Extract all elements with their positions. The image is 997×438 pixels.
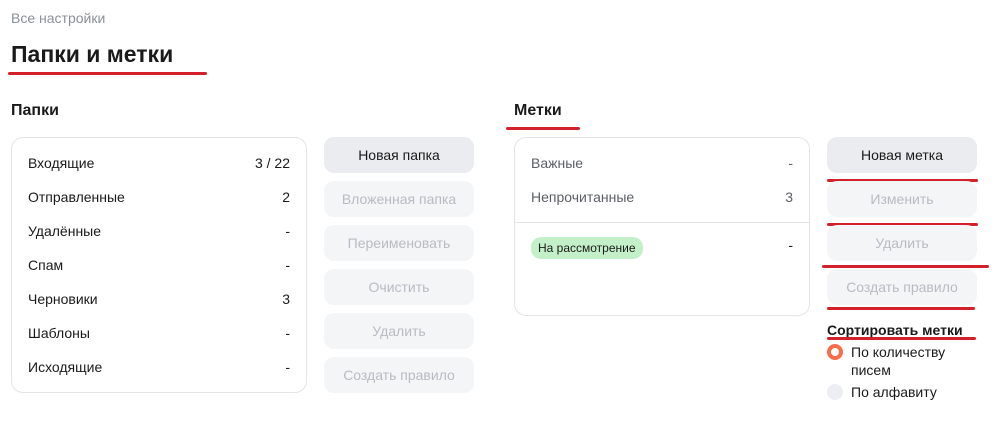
radio-selected-icon[interactable] [827,344,843,360]
sort-by-count-radio[interactable]: По количеству писем [827,343,971,379]
sort-alphabetical-radio[interactable]: По алфавиту [827,383,971,401]
delete-folder-button[interactable]: Удалить [324,313,474,349]
annotation-underline [827,307,975,310]
label-count: - [788,155,793,171]
label-item-important[interactable]: Важные - [531,151,793,175]
breadcrumb[interactable]: Все настройки [11,10,105,26]
new-folder-button[interactable]: Новая папка [324,137,474,173]
label-badge: На рассмотрение [531,237,643,259]
label-count: 3 [785,189,793,205]
folder-item-outbox[interactable]: Исходящие - [28,355,290,379]
folder-item-templates[interactable]: Шаблоны - [28,321,290,345]
title-underline [8,72,207,75]
folder-count: - [285,257,290,273]
folder-item-drafts[interactable]: Черновики 3 [28,287,290,311]
folder-count: - [285,223,290,239]
label-item-review[interactable]: На рассмотрение - [531,237,793,261]
folder-item-sent[interactable]: Отправленные 2 [28,185,290,209]
label-count: - [788,237,793,253]
radio-unselected-icon[interactable] [827,384,843,400]
folder-item-spam[interactable]: Спам - [28,253,290,277]
nested-folder-button[interactable]: Вложенная папка [324,181,474,217]
folders-section-title: Папки [11,102,59,119]
annotation-underline [822,265,989,268]
create-label-rule-button[interactable]: Создать правило [827,269,977,305]
labels-divider [515,222,809,223]
annotation-underline [827,337,976,340]
sort-labels-title: Сортировать метки [827,322,963,338]
folder-count: 3 / 22 [254,155,290,171]
folders-list: Входящие 3 / 22 Отправленные 2 Удалённые… [11,137,307,393]
labels-title-underline [506,127,580,130]
folder-count: - [285,325,290,341]
edit-label-button[interactable]: Изменить [827,181,977,217]
folder-item-trash[interactable]: Удалённые - [28,219,290,243]
folder-count: 2 [282,189,290,205]
folder-name: Исходящие [28,359,103,375]
folder-count: 3 [282,291,290,307]
folder-name: Входящие [28,155,95,171]
delete-label-button[interactable]: Удалить [827,225,977,261]
label-item-unread[interactable]: Непрочитанные 3 [531,185,793,209]
folder-name: Спам [28,257,64,273]
labels-section-title: Метки [514,102,562,119]
clear-folder-button[interactable]: Очистить [324,269,474,305]
folder-name: Черновики [28,291,98,307]
folder-name: Отправленные [28,189,125,205]
radio-label: По количеству писем [851,344,946,378]
folder-count: - [285,359,290,375]
folder-name: Удалённые [28,223,102,239]
create-folder-rule-button[interactable]: Создать правило [324,357,474,393]
label-name: Непрочитанные [531,189,635,205]
new-label-button[interactable]: Новая метка [827,137,977,173]
folder-name: Шаблоны [28,325,90,341]
folder-item-inbox[interactable]: Входящие 3 / 22 [28,151,290,175]
page-title: Папки и метки [11,41,174,67]
labels-list: Важные - Непрочитанные 3 На рассмотрение… [514,137,810,316]
rename-folder-button[interactable]: Переименовать [324,225,474,261]
radio-label: По алфавиту [851,384,937,400]
label-name: Важные [531,155,584,171]
